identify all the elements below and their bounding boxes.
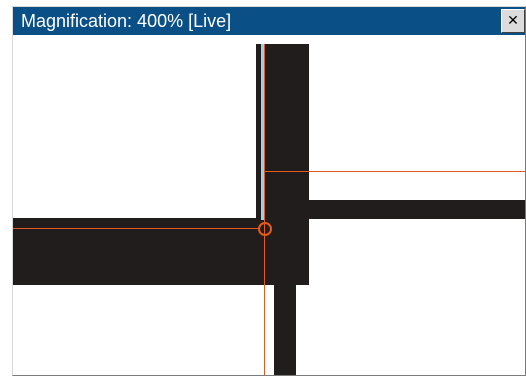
pixel-white-area [13, 285, 265, 375]
pixel-block-right-horizontal [309, 200, 525, 219]
pixel-block-lower-stem [274, 264, 296, 375]
guide-line-right-horizontal [264, 171, 525, 172]
titlebar: Magnification: 400% [Live] ✕ [13, 7, 525, 35]
crosshair-icon [258, 222, 272, 236]
magnifier-window: Magnification: 400% [Live] ✕ [12, 6, 526, 376]
close-button[interactable]: ✕ [501, 9, 525, 33]
guide-line-vertical [264, 44, 265, 375]
magnified-view [13, 35, 525, 375]
guide-line-left-horizontal [13, 228, 258, 229]
close-icon: ✕ [507, 12, 519, 29]
window-title: Magnification: 400% [Live] [21, 11, 232, 31]
